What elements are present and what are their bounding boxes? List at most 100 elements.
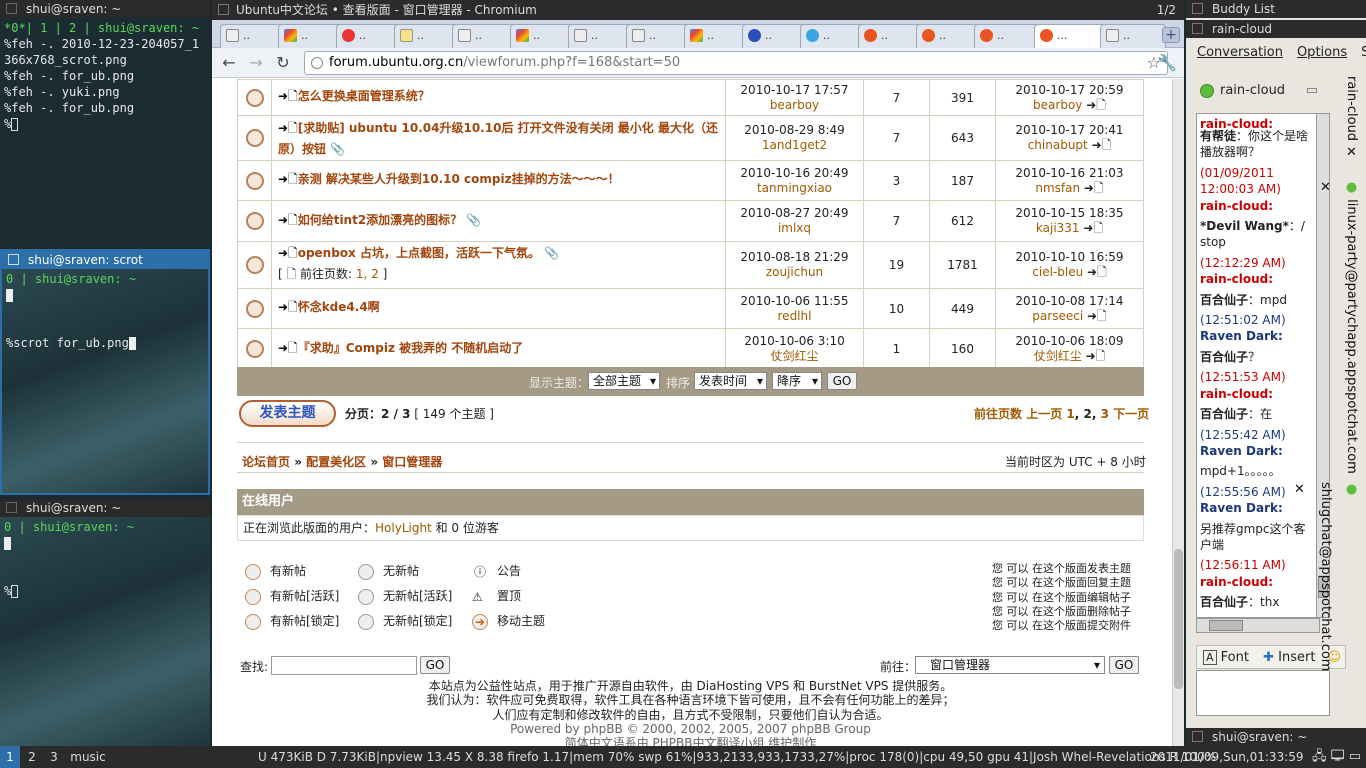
topic-author-link[interactable]: tanmingxiao <box>726 181 863 196</box>
browser-tab[interactable]: .. <box>278 24 344 48</box>
sort-go-button[interactable]: GO <box>827 372 857 390</box>
jump-forum-select[interactable]: 窗口管理器 ▾ <box>915 656 1105 674</box>
topic-page-links[interactable]: 1, 2 <box>356 267 379 281</box>
browser-tab[interactable]: .. <box>858 24 924 48</box>
browser-tab[interactable]: .. <box>742 24 808 48</box>
last-poster-link[interactable]: kaji331 <box>1036 221 1080 235</box>
workspace-3[interactable]: 3 <box>44 746 64 768</box>
topic-title-link[interactable]: 怀念kde4.4啊 <box>298 300 380 314</box>
show-topics-select[interactable]: 全部主题 ▾ <box>588 372 660 390</box>
terminal-window-3[interactable]: shui@sraven: ~ 0 | shui@sraven: ~ % <box>0 499 210 746</box>
terminal-window-1[interactable]: shui@sraven: ~ *0*| 1 | 2 | shui@sraven:… <box>0 0 210 245</box>
browser-tab[interactable]: .. <box>1100 24 1166 48</box>
goto-new-icon[interactable]: ➜🗋 <box>278 341 298 355</box>
terminal-window-2[interactable]: shui@sraven: scrot for_ub.png 0 | shui@s… <box>0 249 210 495</box>
search-input[interactable] <box>271 656 417 675</box>
browser-tab[interactable]: .. <box>916 24 982 48</box>
last-poster-link[interactable]: parseeci <box>1032 309 1083 323</box>
topic-title-link[interactable]: 如何给tint2添加漂亮的图标？ <box>298 213 462 227</box>
breadcrumb-category[interactable]: 配置美化区 <box>306 455 366 469</box>
goto-new-icon[interactable]: ➜🗋 <box>278 246 298 260</box>
browser-tab[interactable]: .. <box>568 24 634 48</box>
browser-tab[interactable]: .. <box>336 24 402 48</box>
wrench-icon[interactable]: 🔧 <box>1156 52 1178 74</box>
browser-tab[interactable]: .. <box>974 24 1040 48</box>
view-latest-post-icon[interactable]: ➜🗋 <box>1087 309 1107 323</box>
view-latest-post-icon[interactable]: ➜🗋 <box>1086 349 1106 363</box>
next-page-link[interactable]: 下一页 <box>1113 407 1149 421</box>
view-latest-post-icon[interactable]: ➜🗋 <box>1086 98 1106 112</box>
back-icon[interactable]: ← <box>218 52 240 74</box>
page-scrollbar[interactable] <box>1172 79 1184 746</box>
browser-tab[interactable]: .. <box>220 24 286 48</box>
topic-author-link[interactable]: zoujichun <box>726 265 863 280</box>
insert-button[interactable]: ✚ Insert <box>1263 650 1315 665</box>
goto-new-icon[interactable]: ➜🗋 <box>278 89 298 103</box>
menu-options[interactable]: Options <box>1297 45 1347 60</box>
view-latest-post-icon[interactable]: ➜🗋 <box>1087 265 1107 279</box>
new-tab-button[interactable]: + <box>1162 27 1180 43</box>
breadcrumb-home[interactable]: 论坛首页 <box>242 455 290 469</box>
goto-new-icon[interactable]: ➜🗋 <box>278 172 298 186</box>
browser-tab[interactable]: .. <box>684 24 750 48</box>
chat-tab-rain-cloud[interactable]: rain-cloud ✕ <box>1338 76 1364 176</box>
reload-icon[interactable]: ↻ <box>272 52 294 74</box>
last-poster-link[interactable]: nmsfan <box>1035 181 1080 195</box>
view-latest-post-icon[interactable]: ➜🗋 <box>1092 138 1112 152</box>
goto-page-link[interactable]: 前往页数 <box>974 407 1022 421</box>
breadcrumb-forum[interactable]: 窗口管理器 <box>382 455 442 469</box>
view-latest-post-icon[interactable]: ➜🗋 <box>1084 181 1104 195</box>
forward-icon[interactable]: → <box>245 52 267 74</box>
scrollbar-thumb[interactable] <box>1209 620 1243 631</box>
browser-window[interactable]: Ubuntu中文论坛 • 查看版面 - 窗口管理器 - Chromium 1/2 … <box>212 0 1184 746</box>
page-link[interactable]: 1 <box>1066 407 1074 421</box>
last-poster-link[interactable]: bearboy <box>1033 98 1082 112</box>
browser-tab[interactable]: .. <box>800 24 866 48</box>
topic-title-link[interactable]: openbox 占坑，上点截图，活跃一下气氛。 <box>298 246 540 260</box>
font-button[interactable]: A Font <box>1203 650 1249 665</box>
conversation-log[interactable]: rain-cloud: 有帮徒：你这个是啥播放器啊？ (01/09/2011 1… <box>1196 113 1318 618</box>
online-user-link[interactable]: HolyLight <box>375 521 432 535</box>
new-topic-button[interactable]: 发表主题 <box>239 400 336 427</box>
last-poster-link[interactable]: chinabupt <box>1028 138 1088 152</box>
browser-tab[interactable]: .. <box>626 24 692 48</box>
sort-direction-select[interactable]: 降序 ▾ <box>772 372 822 390</box>
topic-author-link[interactable]: redlhl <box>726 309 863 324</box>
workspace-music[interactable]: music <box>66 746 110 768</box>
jump-go-button[interactable]: GO <box>1109 656 1139 674</box>
terminal-prompt[interactable]: % <box>4 116 206 132</box>
topic-author-link[interactable]: 仗剑红尘 <box>726 349 863 364</box>
last-poster-link[interactable]: 仗剑红尘 <box>1034 349 1082 363</box>
topic-title-link[interactable]: 『求助』Compiz 被我弄的 不随机启动了 <box>298 341 524 355</box>
address-bar[interactable]: forum.ubuntu.org.cn/viewforum.php?f=168&… <box>304 51 1168 75</box>
workspace-2[interactable]: 2 <box>22 746 42 768</box>
topic-title-link[interactable]: 亲测 解决某些人升级到10.10 compiz挂掉的方法～～～！ <box>298 172 620 186</box>
sort-by-select[interactable]: 发表时间 ▾ <box>694 372 767 390</box>
page-link[interactable]: 3 <box>1101 407 1109 421</box>
view-latest-post-icon[interactable]: ➜🗋 <box>1083 221 1103 235</box>
topic-author-link[interactable]: imlxq <box>726 221 863 236</box>
goto-new-icon[interactable]: ➜🗋 <box>278 121 298 135</box>
chat-window[interactable]: Buddy List rain-cloud Conversation Option… <box>1186 0 1366 746</box>
chat-tab-linux-party[interactable]: ● linux-party@partychapp.appspotchat.com… <box>1318 180 1364 480</box>
goto-new-icon[interactable]: ➜🗋 <box>278 213 298 227</box>
last-poster-link[interactable]: ciel-bleu <box>1032 265 1083 279</box>
message-input[interactable] <box>1196 670 1330 716</box>
topic-author-link[interactable]: 1and1get2 <box>726 138 863 153</box>
workspace-1[interactable]: 1 <box>0 746 20 768</box>
chat-tab-shlugchat[interactable]: ● shlugchat@appspotchat.com ✕ <box>1292 482 1364 682</box>
browser-tab[interactable]: .. <box>510 24 576 48</box>
browser-tab[interactable]: .. <box>394 24 460 48</box>
scrollbar-thumb[interactable] <box>1174 549 1183 689</box>
search-go-button[interactable]: GO <box>420 656 450 674</box>
menu-send-to[interactable]: S <box>1361 45 1366 60</box>
browser-tab[interactable]: .. <box>452 24 518 48</box>
topic-author-link[interactable]: bearboy <box>726 98 863 113</box>
terminal-command-line[interactable]: %scrot for_ub.png <box>6 335 204 351</box>
conversation-hscrollbar[interactable] <box>1196 618 1320 633</box>
prev-page-link[interactable]: 上一页 <box>1026 407 1062 421</box>
topic-title-link[interactable]: 怎么更换桌面管理系统？ <box>298 89 430 103</box>
terminal-prompt[interactable]: % <box>4 583 206 599</box>
menu-conversation[interactable]: Conversation <box>1197 45 1283 60</box>
goto-new-icon[interactable]: ➜🗋 <box>278 300 298 314</box>
